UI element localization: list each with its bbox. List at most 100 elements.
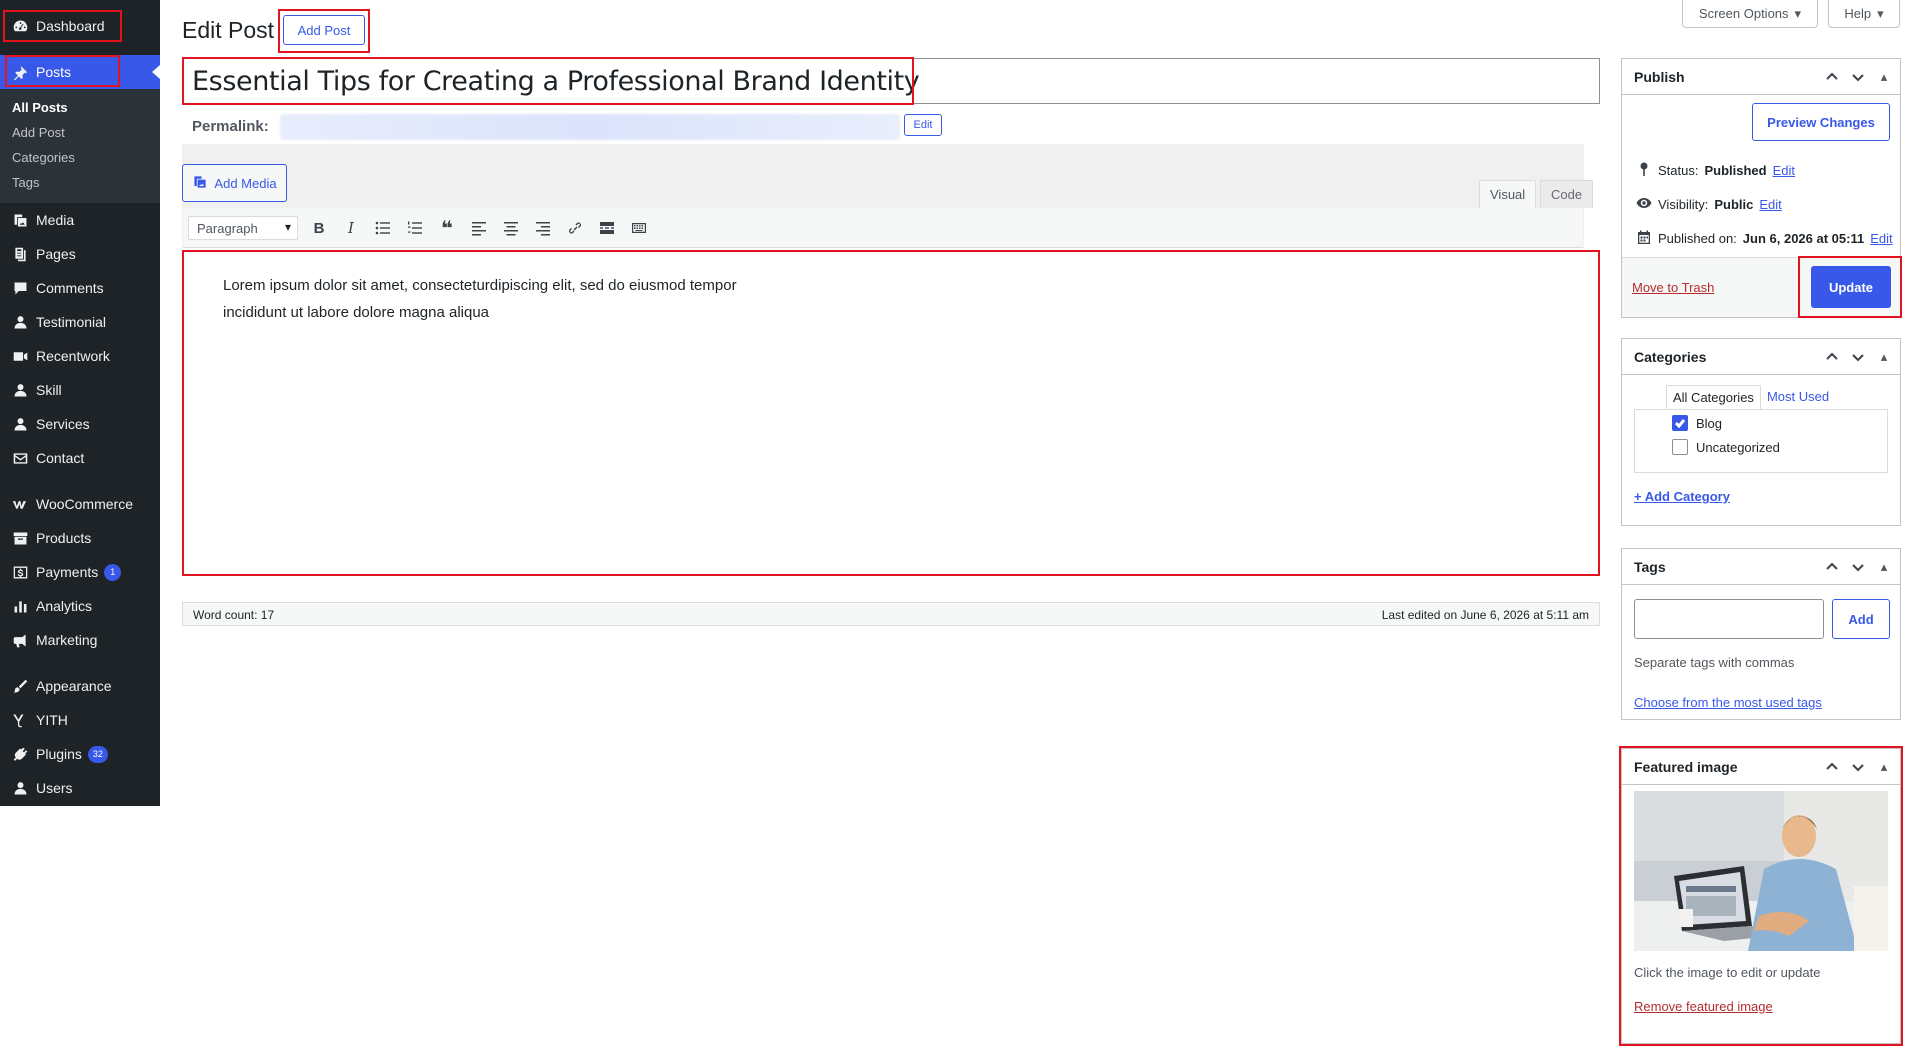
menu-group-admin: Appearance YITH Plugins 32 Users (0, 669, 160, 805)
sidebar-item-marketing[interactable]: Marketing (0, 623, 160, 657)
calendar-icon (1636, 229, 1652, 248)
read-more-icon[interactable] (594, 216, 620, 240)
toggle-panel-icon[interactable]: ▴ (1874, 757, 1894, 777)
preview-changes-button[interactable]: Preview Changes (1752, 103, 1890, 141)
tags-add-button[interactable]: Add (1832, 599, 1890, 639)
sidebar-item-label: Marketing (36, 632, 98, 648)
sidebar-item-media[interactable]: Media (0, 203, 160, 237)
checkbox-unchecked[interactable] (1672, 439, 1688, 455)
sidebar-item-contact[interactable]: Contact (0, 441, 160, 475)
pin-icon (1636, 161, 1652, 180)
sidebar-item-payments[interactable]: Payments 1 (0, 555, 160, 589)
posts-submenu: All Posts Add Post Categories Tags (0, 89, 160, 203)
status-edit-link[interactable]: Edit (1773, 163, 1795, 178)
category-label: Blog (1696, 415, 1723, 431)
published-value: Jun 6, 2026 at 05:11 (1742, 231, 1865, 246)
sidebar-item-posts[interactable]: Posts (0, 55, 160, 89)
sidebar-item-woocommerce[interactable]: WooCommerce (0, 487, 160, 521)
user-icon (10, 380, 30, 400)
megaphone-icon (10, 630, 30, 650)
tab-visual[interactable]: Visual (1479, 180, 1537, 208)
sidebar-item-products[interactable]: Products (0, 521, 160, 555)
move-to-trash-link[interactable]: Move to Trash (1632, 280, 1714, 295)
toggle-panel-icon[interactable]: ▴ (1874, 67, 1894, 87)
permalink-label: Permalink: (192, 118, 269, 135)
align-right-icon[interactable] (530, 216, 556, 240)
sidebar-item-label: Testimonial (36, 314, 107, 330)
sidebar-item-label: Plugins (36, 746, 82, 762)
bullet-list-icon[interactable] (370, 216, 396, 240)
checkbox-checked[interactable] (1672, 415, 1688, 431)
toggle-panel-icon[interactable]: ▴ (1874, 347, 1894, 367)
archive-icon (10, 528, 30, 548)
sidebar-item-label: Products (36, 530, 92, 546)
choose-tags-link[interactable]: Choose from the most used tags (1634, 695, 1822, 710)
sidebar-item-pages[interactable]: Pages (0, 237, 160, 271)
update-button[interactable]: Update (1811, 266, 1891, 308)
move-up-icon[interactable] (1822, 67, 1842, 87)
sidebar-item-yith[interactable]: YITH (0, 703, 160, 737)
submenu-categories[interactable]: Categories (0, 145, 160, 170)
category-item[interactable]: Uncategorized (1672, 439, 1780, 455)
tab-most-used[interactable]: Most Used (1761, 385, 1835, 410)
sidebar-item-users[interactable]: Users (0, 771, 160, 805)
sidebar-item-services[interactable]: Services (0, 407, 160, 441)
publish-actions: Move to Trash Update (1622, 256, 1902, 318)
sidebar-item-skill[interactable]: Skill (0, 373, 160, 407)
move-down-icon[interactable] (1848, 67, 1868, 87)
move-up-icon[interactable] (1822, 557, 1842, 577)
submenu-add-post[interactable]: Add Post (0, 120, 160, 145)
featured-image[interactable] (1634, 791, 1888, 951)
remove-featured-link[interactable]: Remove featured image (1634, 999, 1773, 1014)
move-down-icon[interactable] (1848, 347, 1868, 367)
permalink-url-blurred[interactable] (280, 114, 900, 140)
move-down-icon[interactable] (1848, 557, 1868, 577)
screen-options-button[interactable]: Screen Options ▾ (1682, 0, 1818, 28)
submenu-all-posts[interactable]: All Posts (0, 95, 160, 120)
format-select[interactable]: Paragraph (188, 216, 298, 240)
sidebar-item-label: Users (36, 780, 73, 796)
sidebar-item-label: Posts (36, 64, 72, 80)
align-left-icon[interactable] (466, 216, 492, 240)
categories-header: Categories ▴ (1622, 339, 1900, 375)
move-up-icon[interactable] (1822, 757, 1842, 777)
visibility-value: Public (1714, 197, 1754, 212)
add-post-button[interactable]: Add Post (283, 15, 365, 45)
permalink-edit-button[interactable]: Edit (904, 114, 942, 136)
add-media-button[interactable]: Add Media (182, 164, 287, 202)
toggle-panel-icon[interactable]: ▴ (1874, 557, 1894, 577)
sidebar-item-comments[interactable]: Comments (0, 271, 160, 305)
sidebar-item-appearance[interactable]: Appearance (0, 669, 160, 703)
link-icon[interactable] (562, 216, 588, 240)
sidebar-item-dashboard[interactable]: Dashboard (3, 10, 122, 42)
status-value: Published (1704, 163, 1767, 178)
visibility-edit-link[interactable]: Edit (1759, 197, 1781, 212)
keyboard-icon[interactable] (626, 216, 652, 240)
sidebar-item-plugins[interactable]: Plugins 32 (0, 737, 160, 771)
move-up-icon[interactable] (1822, 347, 1842, 367)
add-category-link[interactable]: + Add Category (1634, 489, 1730, 504)
italic-icon[interactable]: I (338, 216, 364, 240)
help-button[interactable]: Help ▾ (1828, 0, 1900, 28)
submenu-tags[interactable]: Tags (0, 170, 160, 195)
user-icon (10, 312, 30, 332)
tab-code[interactable]: Code (1540, 180, 1594, 208)
editor-text: Lorem ipsum dolor sit amet, consecteturd… (223, 272, 843, 326)
blockquote-icon[interactable]: ❝ (434, 216, 460, 240)
sidebar-item-analytics[interactable]: Analytics (0, 589, 160, 623)
sidebar-item-recentwork[interactable]: Recentwork (0, 339, 160, 373)
visibility-label: Visibility: (1658, 197, 1709, 212)
numbered-list-icon[interactable] (402, 216, 428, 240)
sidebar-item-testimonial[interactable]: Testimonial (0, 305, 160, 339)
bold-icon[interactable]: B (306, 216, 332, 240)
tags-input[interactable] (1634, 599, 1824, 639)
move-down-icon[interactable] (1848, 757, 1868, 777)
sidebar-item-label: YITH (36, 712, 68, 728)
editor-status-bar: Word count: 17 Last edited on June 6, 20… (182, 602, 1600, 626)
category-item[interactable]: Blog (1672, 415, 1722, 431)
align-center-icon[interactable] (498, 216, 524, 240)
sidebar-item-label: Services (36, 416, 90, 432)
tab-all-categories[interactable]: All Categories (1666, 385, 1761, 410)
published-edit-link[interactable]: Edit (1870, 231, 1892, 246)
category-tabs: All Categories Most Used (1666, 385, 1835, 410)
